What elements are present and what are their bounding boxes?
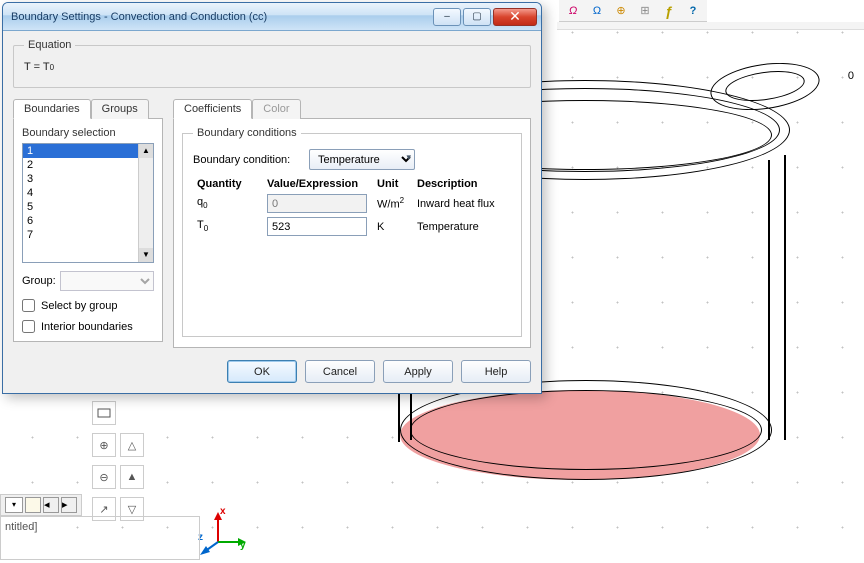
toolbar-spacer: [557, 22, 864, 30]
bc-grid: Quantity Value/Expression Unit Descripti…: [193, 176, 511, 238]
axis-x-label: x: [220, 506, 226, 517]
col-unit: Unit: [373, 176, 413, 192]
tab-boundaries[interactable]: Boundaries: [13, 99, 91, 119]
ok-button[interactable]: OK: [227, 360, 297, 383]
right-tab-container: Coefficients Color Boundary conditions B…: [173, 98, 531, 348]
list-item[interactable]: 2: [23, 158, 153, 172]
boundary-settings-dialog: Boundary Settings - Convection and Condu…: [2, 2, 542, 394]
toolbar-icon-fx[interactable]: ƒ: [659, 2, 679, 20]
left-tab-container: Boundaries Groups Boundary selection 1 2…: [13, 98, 163, 342]
toolbar-icon-grid[interactable]: ⊞: [635, 2, 655, 20]
equation-group: Equation T = T0: [13, 39, 531, 88]
equation-legend: Equation: [24, 39, 75, 51]
close-button[interactable]: ✕: [493, 8, 537, 26]
tool-zoom-in[interactable]: ⊕: [92, 433, 116, 457]
scroll-up-icon[interactable]: ▲: [139, 144, 153, 158]
tool-rect[interactable]: [92, 401, 116, 425]
col-desc: Description: [413, 176, 511, 192]
desc-cell: Temperature: [413, 215, 511, 238]
boundary-listbox[interactable]: 1 2 3 4 5 6 7 ▲ ▼: [22, 143, 154, 263]
tool-triangle1[interactable]: △: [120, 433, 144, 457]
minimize-button[interactable]: –: [433, 8, 461, 26]
list-item[interactable]: 7: [23, 228, 153, 242]
title-bar[interactable]: Boundary Settings - Convection and Condu…: [3, 3, 541, 31]
select-by-group-checkbox[interactable]: Select by group: [22, 299, 154, 312]
axis-triad: x y z: [200, 510, 250, 560]
tool-zoom-out[interactable]: ⊖: [92, 465, 116, 489]
left-toolbar: ⊕ △ ⊖ ▲ ↗ ▽: [92, 400, 164, 528]
apply-button[interactable]: Apply: [383, 360, 453, 383]
prev-button[interactable]: ◂: [43, 497, 59, 513]
next-button[interactable]: ▸: [61, 497, 77, 513]
table-row: q0 W/m2 Inward heat flux: [193, 192, 511, 215]
interior-boundaries-checkbox[interactable]: Interior boundaries: [22, 320, 154, 333]
q0-value-input[interactable]: [267, 194, 367, 213]
dropdown-toggle[interactable]: ▾: [5, 497, 23, 513]
axis-y-label: y: [240, 540, 246, 551]
tab-coefficients[interactable]: Coefficients: [173, 99, 252, 119]
interior-boundaries-input[interactable]: [22, 320, 35, 333]
bottom-toolbar: ▾ ◂ ▸: [0, 494, 82, 516]
status-swatch[interactable]: [25, 497, 41, 513]
pot-bottom-inner: [410, 390, 762, 470]
tab-groups[interactable]: Groups: [91, 99, 149, 119]
list-item[interactable]: 6: [23, 214, 153, 228]
bc-legend: Boundary conditions: [193, 127, 301, 139]
listbox-scrollbar[interactable]: ▲ ▼: [138, 144, 153, 262]
cancel-button[interactable]: Cancel: [305, 360, 375, 383]
unit-cell: K: [373, 215, 413, 238]
pot-side-right: [784, 155, 786, 440]
list-item[interactable]: 3: [23, 172, 153, 186]
pot-side-right2: [768, 160, 770, 440]
select-by-group-input[interactable]: [22, 299, 35, 312]
dialog-button-row: OK Cancel Apply Help: [13, 360, 531, 383]
t0-value-input[interactable]: [267, 217, 367, 236]
toolbar-icon-help[interactable]: ?: [683, 2, 703, 20]
bc-condition-label: Boundary condition:: [193, 154, 303, 166]
boundary-selection-label: Boundary selection: [22, 127, 154, 139]
doc-title: ntitled]: [5, 521, 37, 533]
tab-color[interactable]: Color: [252, 99, 300, 119]
list-item[interactable]: 4: [23, 186, 153, 200]
toolbar-icon-omega1[interactable]: Ω: [563, 2, 583, 20]
toolbar-icon-omega2[interactable]: Ω: [587, 2, 607, 20]
desc-cell: Inward heat flux: [413, 192, 511, 215]
group-select[interactable]: [60, 271, 154, 291]
axis-zero-label: 0: [848, 70, 854, 82]
quantity-cell: q0: [193, 192, 263, 215]
col-value: Value/Expression: [263, 176, 373, 192]
list-item[interactable]: 5: [23, 200, 153, 214]
tool-triangle2[interactable]: ▲: [120, 465, 144, 489]
dialog-title: Boundary Settings - Convection and Condu…: [11, 11, 267, 23]
unit-cell: W/m2: [373, 192, 413, 215]
table-row: T0 K Temperature: [193, 215, 511, 238]
maximize-button[interactable]: ▢: [463, 8, 491, 26]
quantity-cell: T0: [193, 215, 263, 238]
bc-condition-select[interactable]: Temperature: [309, 149, 415, 170]
group-label: Group:: [22, 275, 56, 287]
toolbar-icon-sun[interactable]: ⊕: [611, 2, 631, 20]
list-item[interactable]: 1: [23, 144, 153, 158]
equation-text: T = T0: [24, 61, 520, 73]
status-bar: ntitled]: [0, 516, 200, 560]
col-quantity: Quantity: [193, 176, 263, 192]
boundary-conditions-group: Boundary conditions Boundary condition: …: [182, 127, 522, 337]
help-button[interactable]: Help: [461, 360, 531, 383]
scroll-down-icon[interactable]: ▼: [139, 248, 153, 262]
top-toolbar: Ω Ω ⊕ ⊞ ƒ ?: [559, 0, 707, 22]
